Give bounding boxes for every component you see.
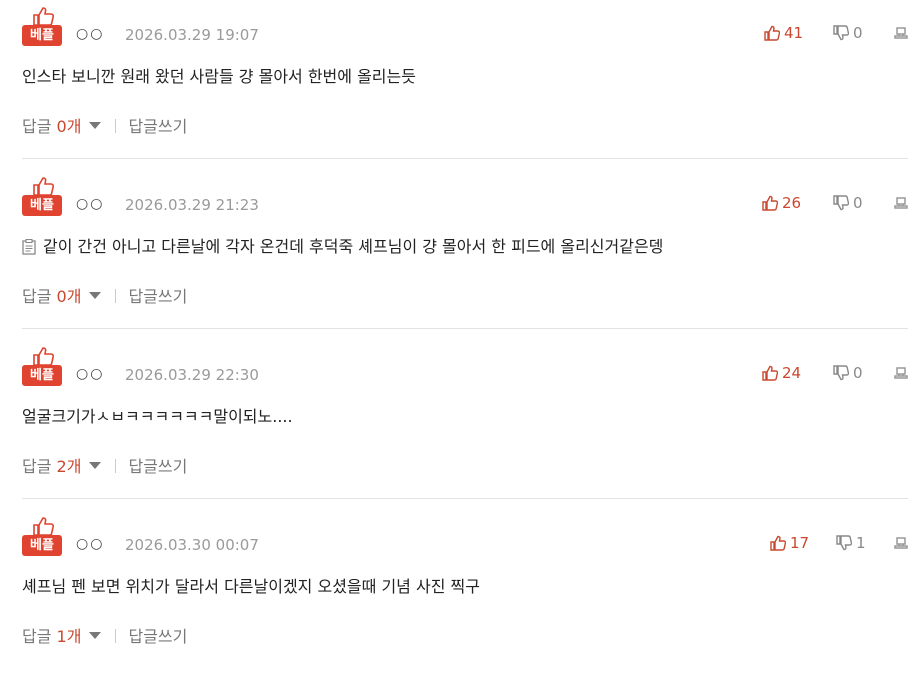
thumbs-down-icon — [836, 535, 852, 551]
comment-text-content: 셰프님 펜 보면 위치가 달라서 다른날이겠지 오셨을때 기념 사진 찍구 — [22, 577, 480, 596]
dislike-button[interactable]: 0 — [833, 194, 863, 212]
comment-actions: 답글 2개 답글쓰기 — [22, 453, 187, 477]
divider-bar — [115, 119, 117, 133]
divider-bar — [115, 629, 117, 643]
like-count: 26 — [782, 194, 802, 212]
like-count: 17 — [790, 534, 810, 552]
comment-date: 2026.03.30 00:07 — [125, 536, 259, 554]
thumbs-up-icon — [33, 347, 54, 366]
like-button[interactable]: 41 — [764, 24, 803, 42]
best-badge-label: 베플 — [22, 195, 62, 216]
comment-date: 2026.03.29 19:07 — [125, 26, 259, 44]
write-reply-button[interactable]: 답글쓰기 — [128, 117, 187, 136]
reply-toggle[interactable]: 답글 0개 — [22, 117, 102, 136]
comment-item: 베플 ○○ 2026.03.29 21:23 26 0 같이 간건 아니고 다른… — [0, 170, 920, 340]
thumbs-up-icon — [770, 535, 786, 551]
best-comment-badge: 베플 — [22, 176, 62, 218]
nickname[interactable]: ○○ — [76, 366, 104, 382]
reply-label: 답글 — [22, 287, 52, 306]
report-icon[interactable] — [894, 536, 908, 550]
report-icon[interactable] — [894, 366, 908, 380]
comment-item: 베플 ○○ 2026.03.29 19:07 41 0 인스타 보니깐 원래 왔… — [0, 0, 920, 170]
comment-actions: 답글 1개 답글쓰기 — [22, 623, 187, 647]
dislike-button[interactable]: 0 — [833, 24, 863, 42]
comment-actions: 답글 0개 답글쓰기 — [22, 283, 187, 307]
comment-text: 같이 간건 아니고 다른날에 각자 온건데 후덕죽 셰프님이 걍 몰아서 한 피… — [22, 233, 663, 257]
like-button[interactable]: 17 — [770, 534, 809, 552]
reply-label: 답글 — [22, 457, 52, 476]
comment-item: 베플 ○○ 2026.03.29 22:30 24 0 얼굴크기가ㅅㅂㅋㅋㅋㅋㅋ… — [0, 340, 920, 510]
nickname[interactable]: ○○ — [76, 26, 104, 42]
like-count: 24 — [782, 364, 802, 382]
like-button[interactable]: 26 — [762, 194, 801, 212]
reply-toggle[interactable]: 답글 2개 — [22, 457, 102, 476]
best-comment-badge: 베플 — [22, 346, 62, 388]
dislike-count: 0 — [853, 364, 863, 382]
thumbs-up-icon — [33, 517, 54, 536]
chevron-down-icon — [89, 122, 102, 129]
comment-text: 얼굴크기가ㅅㅂㅋㅋㅋㅋㅋㅋ말이되노.... — [22, 403, 293, 427]
comment-divider — [22, 498, 908, 499]
best-comment-badge: 베플 — [22, 516, 62, 558]
dislike-button[interactable]: 1 — [836, 534, 866, 552]
comment-divider — [22, 328, 908, 329]
write-reply-button[interactable]: 답글쓰기 — [128, 287, 187, 306]
dislike-count: 1 — [856, 534, 866, 552]
reply-count: 0개 — [56, 117, 82, 136]
reply-count: 0개 — [56, 287, 82, 306]
reply-label: 답글 — [22, 627, 52, 646]
best-badge-label: 베플 — [22, 25, 62, 46]
thumbs-down-icon — [833, 365, 849, 381]
memo-icon — [22, 239, 36, 255]
comment-text: 인스타 보니깐 원래 왔던 사람들 걍 몰아서 한번에 올리는듯 — [22, 63, 416, 87]
thumbs-down-icon — [833, 195, 849, 211]
report-icon[interactable] — [894, 26, 908, 40]
reply-toggle[interactable]: 답글 0개 — [22, 287, 102, 306]
like-count: 41 — [784, 24, 804, 42]
comment-item: 베플 ○○ 2026.03.30 00:07 17 1 셰프님 펜 보면 위치가… — [0, 510, 920, 680]
thumbs-up-icon — [762, 195, 778, 211]
comment-text-content: 같이 간건 아니고 다른날에 각자 온건데 후덕죽 셰프님이 걍 몰아서 한 피… — [43, 237, 664, 256]
reply-count: 1개 — [56, 627, 82, 646]
chevron-down-icon — [89, 632, 102, 639]
best-comment-badge: 베플 — [22, 6, 62, 48]
report-icon[interactable] — [894, 196, 908, 210]
divider-bar — [115, 289, 117, 303]
chevron-down-icon — [89, 292, 102, 299]
dislike-button[interactable]: 0 — [833, 364, 863, 382]
write-reply-button[interactable]: 답글쓰기 — [128, 457, 187, 476]
dislike-count: 0 — [853, 194, 863, 212]
best-badge-label: 베플 — [22, 535, 62, 556]
comment-date: 2026.03.29 21:23 — [125, 196, 259, 214]
reply-label: 답글 — [22, 117, 52, 136]
chevron-down-icon — [89, 462, 102, 469]
best-badge-label: 베플 — [22, 365, 62, 386]
nickname[interactable]: ○○ — [76, 196, 104, 212]
comment-list: 베플 ○○ 2026.03.29 19:07 41 0 인스타 보니깐 원래 왔… — [0, 0, 920, 646]
comment-actions: 답글 0개 답글쓰기 — [22, 113, 187, 137]
comment-text-content: 인스타 보니깐 원래 왔던 사람들 걍 몰아서 한번에 올리는듯 — [22, 67, 416, 86]
thumbs-up-icon — [33, 177, 54, 196]
comment-divider — [22, 158, 908, 159]
thumbs-up-icon — [764, 25, 780, 41]
dislike-count: 0 — [853, 24, 863, 42]
like-button[interactable]: 24 — [762, 364, 801, 382]
comment-date: 2026.03.29 22:30 — [125, 366, 259, 384]
thumbs-up-icon — [762, 365, 778, 381]
divider-bar — [115, 459, 117, 473]
comment-text-content: 얼굴크기가ㅅㅂㅋㅋㅋㅋㅋㅋ말이되노.... — [22, 407, 293, 426]
reply-count: 2개 — [56, 457, 82, 476]
write-reply-button[interactable]: 답글쓰기 — [128, 627, 187, 646]
reply-toggle[interactable]: 답글 1개 — [22, 627, 102, 646]
comment-text: 셰프님 펜 보면 위치가 달라서 다른날이겠지 오셨을때 기념 사진 찍구 — [22, 573, 480, 597]
thumbs-down-icon — [833, 25, 849, 41]
nickname[interactable]: ○○ — [76, 536, 104, 552]
thumbs-up-icon — [33, 7, 54, 26]
